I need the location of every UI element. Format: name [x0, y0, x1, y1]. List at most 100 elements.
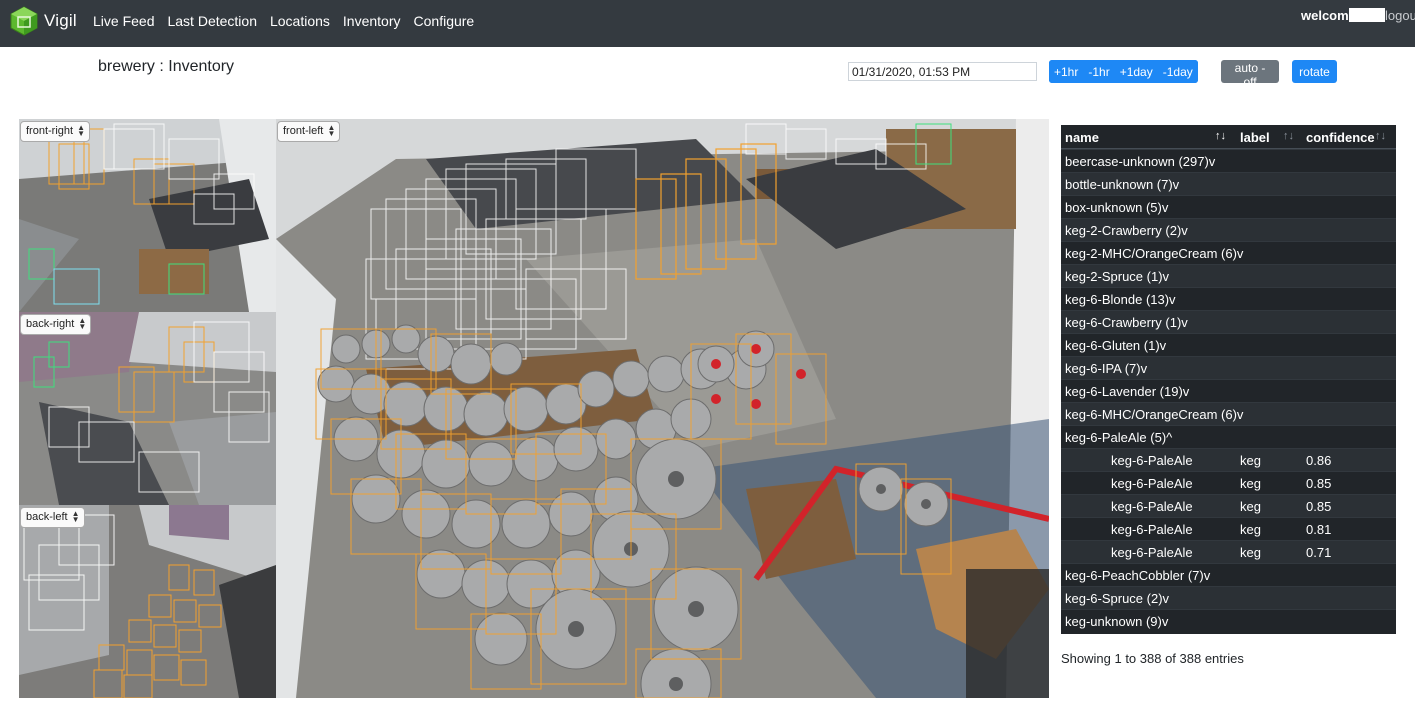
- plus-1hr-button[interactable]: +1hr: [1049, 60, 1084, 83]
- table-body: beercase-unknown (297)v bottle-unknown (7…: [1061, 149, 1396, 632]
- cell-name: bottle-unknown (7)v: [1065, 177, 1180, 192]
- table-row-group[interactable]: keg-6-MHC/OrangeCream (6)v: [1061, 402, 1396, 425]
- camera-select-front-right[interactable]: front-right ▲ ▼: [20, 121, 91, 142]
- cell-name: keg-6-PaleAle: [1111, 499, 1193, 514]
- cell-label: keg: [1240, 499, 1261, 514]
- nav-live-feed[interactable]: Live Feed: [93, 13, 154, 29]
- plus-1day-button[interactable]: +1day: [1114, 60, 1158, 83]
- cell-name: keg-6-Gluten (1)v: [1065, 338, 1167, 353]
- minus-1hr-button[interactable]: -1hr: [1083, 60, 1115, 83]
- camera-image-back-right: [19, 312, 276, 505]
- nav-last-detection[interactable]: Last Detection: [167, 13, 257, 29]
- table-row-detail[interactable]: keg-6-PaleAle keg 0.85: [1061, 471, 1396, 494]
- table-row-group[interactable]: box-unknown (5)v: [1061, 195, 1396, 218]
- sort-icon[interactable]: ↑↓: [1283, 130, 1294, 142]
- table-row-detail[interactable]: keg-6-PaleAle keg 0.71: [1061, 540, 1396, 563]
- inventory-table: name ↑↓ label ↑↓ confidence ↑↓ beercase-…: [1061, 125, 1396, 634]
- cell-name: keg-2-Spruce (1)v: [1065, 269, 1170, 284]
- sort-asc-icon[interactable]: ↑↓: [1215, 130, 1226, 142]
- table-row-group[interactable]: keg-6-Lavender (19)v: [1061, 379, 1396, 402]
- updown-caret-icon: ▲ ▼: [327, 123, 336, 138]
- datetime-input[interactable]: [848, 62, 1037, 81]
- camera-feed-back-right[interactable]: back-right ▲ ▼: [19, 312, 276, 505]
- page-title: brewery : Inventory: [98, 58, 235, 75]
- redacted-username: [1349, 8, 1385, 22]
- cell-name: keg-6-PaleAle (5)^: [1065, 430, 1173, 445]
- cell-name: box-unknown (5)v: [1065, 200, 1169, 215]
- table-row-group[interactable]: keg-6-Gluten (1)v: [1061, 333, 1396, 356]
- brand[interactable]: Vigil: [10, 5, 77, 37]
- updown-caret-icon: ▲ ▼: [71, 509, 80, 524]
- cell-confidence: 0.85: [1306, 476, 1332, 491]
- cell-name: keg-6-Crawberry (1)v: [1065, 315, 1188, 330]
- table-row-group[interactable]: keg-2-Crawberry (2)v: [1061, 218, 1396, 241]
- camera-select-back-right[interactable]: back-right ▲ ▼: [20, 314, 92, 335]
- brand-name: Vigil: [44, 11, 77, 30]
- camera-feed-back-left[interactable]: back-left ▲ ▼: [19, 505, 276, 698]
- column-header-name[interactable]: name: [1065, 130, 1099, 145]
- table-row-group[interactable]: beercase-unknown (297)v: [1061, 149, 1396, 172]
- cell-name: keg-6-Spruce (2)v: [1065, 591, 1170, 606]
- cell-name: keg-6-Lavender (19)v: [1065, 384, 1190, 399]
- auto-toggle-button[interactable]: auto - off: [1221, 60, 1279, 89]
- nav-locations[interactable]: Locations: [270, 13, 330, 29]
- cell-label: keg: [1240, 545, 1261, 560]
- nav-inventory[interactable]: Inventory: [343, 13, 401, 29]
- time-step-button-group: +1hr -1hr +1day -1day: [1049, 60, 1198, 83]
- table-row-detail[interactable]: keg-6-PaleAle keg 0.85: [1061, 494, 1396, 517]
- cell-confidence: 0.71: [1306, 545, 1332, 560]
- table-row-group[interactable]: keg-2-MHC/OrangeCream (6)v: [1061, 241, 1396, 264]
- column-header-label[interactable]: label: [1240, 130, 1270, 145]
- camera-image-front-left: [276, 119, 1049, 698]
- table-row-detail[interactable]: keg-6-PaleAle keg 0.86: [1061, 448, 1396, 471]
- table-row-group[interactable]: keg-6-Crawberry (1)v: [1061, 310, 1396, 333]
- cell-confidence: 0.86: [1306, 453, 1332, 468]
- navbar: Vigil Live Feed Last Detection Locations…: [0, 0, 1415, 47]
- cell-name: keg-6-IPA (7)v: [1065, 361, 1148, 376]
- table-row-group[interactable]: keg-6-PeachCobbler (7)v: [1061, 563, 1396, 586]
- sort-icon[interactable]: ↑↓: [1375, 130, 1386, 142]
- table-row-group[interactable]: bottle-unknown (7)v: [1061, 172, 1396, 195]
- cell-name: keg-6-PeachCobbler (7)v: [1065, 568, 1211, 583]
- cell-name: keg-6-Blonde (13)v: [1065, 292, 1176, 307]
- cell-name: keg-2-MHC/OrangeCream (6)v: [1065, 246, 1244, 261]
- table-header: name ↑↓ label ↑↓ confidence ↑↓: [1061, 125, 1396, 149]
- cube-logo-icon: [10, 6, 38, 36]
- table-row-group[interactable]: keg-6-IPA (7)v: [1061, 356, 1396, 379]
- cell-name: keg-unknown (9)v: [1065, 614, 1169, 629]
- cell-name: keg-6-PaleAle: [1111, 476, 1193, 491]
- cell-name: keg-2-Crawberry (2)v: [1065, 223, 1188, 238]
- cell-label: keg: [1240, 476, 1261, 491]
- camera-feed-front-right[interactable]: front-right ▲ ▼: [19, 119, 276, 312]
- table-row-detail[interactable]: keg-6-PaleAle keg 0.81: [1061, 517, 1396, 540]
- table-info: Showing 1 to 388 of 388 entries: [1061, 651, 1244, 666]
- camera-select-front-left[interactable]: front-left ▲ ▼: [277, 121, 341, 142]
- nav-links: Live Feed Last Detection Locations Inven…: [93, 13, 487, 29]
- cell-label: keg: [1240, 453, 1261, 468]
- cell-confidence: 0.81: [1306, 522, 1332, 537]
- table-row-group[interactable]: keg-6-PaleAle (5)^: [1061, 425, 1396, 448]
- cell-name: keg-6-MHC/OrangeCream (6)v: [1065, 407, 1244, 422]
- cell-name: beercase-unknown (297)v: [1065, 154, 1216, 169]
- cell-confidence: 0.85: [1306, 499, 1332, 514]
- logout-link[interactable]: logout: [1385, 8, 1415, 23]
- table-row-group[interactable]: keg-6-Spruce (2)v: [1061, 586, 1396, 609]
- updown-caret-icon: ▲ ▼: [78, 316, 87, 331]
- cell-name: keg-6-PaleAle: [1111, 545, 1193, 560]
- column-header-confidence[interactable]: confidence: [1306, 130, 1375, 145]
- camera-image-front-right: [19, 119, 276, 312]
- cell-label: keg: [1240, 522, 1261, 537]
- table-row-group[interactable]: keg-6-Blonde (13)v: [1061, 287, 1396, 310]
- camera-image-back-left: [19, 505, 276, 698]
- cell-name: keg-6-PaleAle: [1111, 522, 1193, 537]
- table-row-group[interactable]: keg-unknown (9)v: [1061, 609, 1396, 632]
- camera-feed-front-left[interactable]: front-left ▲ ▼: [276, 119, 1049, 698]
- minus-1day-button[interactable]: -1day: [1157, 60, 1198, 83]
- table-row-group[interactable]: keg-2-Spruce (1)v: [1061, 264, 1396, 287]
- camera-select-back-left[interactable]: back-left ▲ ▼: [20, 507, 85, 528]
- welcome-text: welcome: [1301, 8, 1356, 23]
- cell-name: keg-6-PaleAle: [1111, 453, 1193, 468]
- nav-configure[interactable]: Configure: [414, 13, 475, 29]
- updown-caret-icon: ▲ ▼: [77, 123, 86, 138]
- rotate-button[interactable]: rotate: [1292, 60, 1337, 83]
